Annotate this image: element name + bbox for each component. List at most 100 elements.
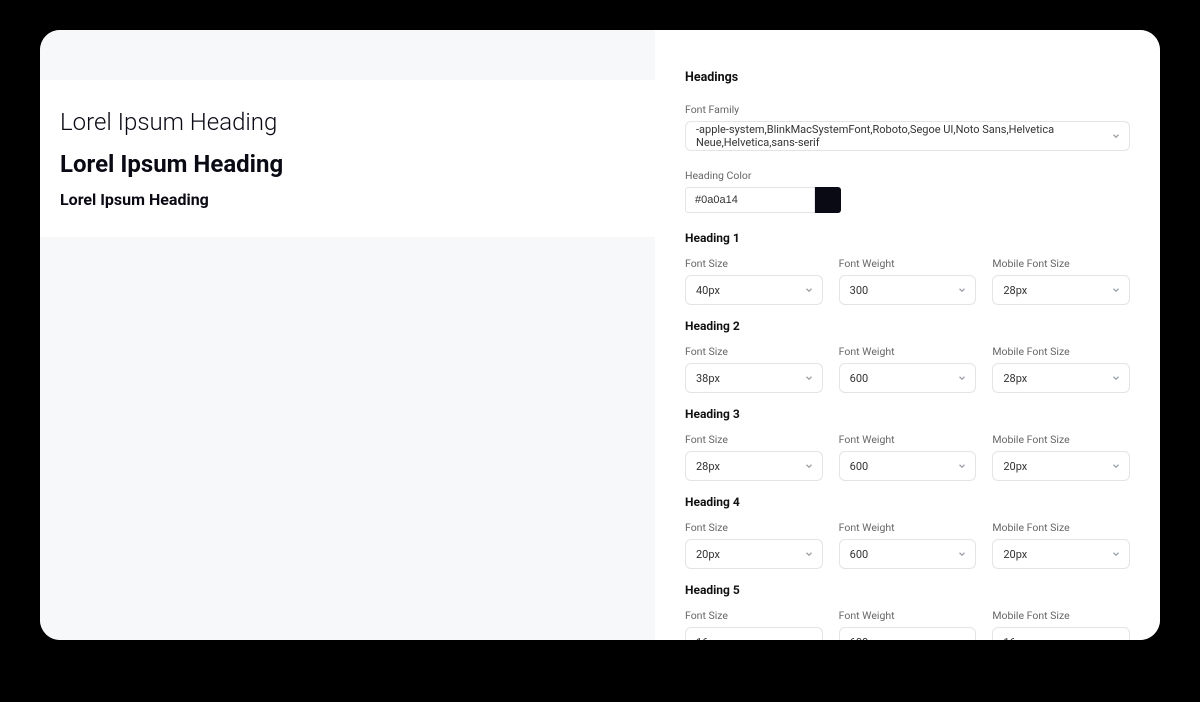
chevron-down-icon (804, 285, 814, 295)
chevron-down-icon (804, 461, 814, 471)
font-family-field: Font Family -apple-system,BlinkMacSystem… (685, 103, 1130, 151)
font-size-select[interactable]: 38px (685, 363, 823, 393)
mobile-font-size-value: 28px (1003, 372, 1027, 385)
font-size-select[interactable]: 40px (685, 275, 823, 305)
preview-heading-3: Lorel Ipsum Heading (60, 190, 635, 209)
font-weight-value: 600 (850, 372, 869, 385)
mobile-font-size-label: Mobile Font Size (992, 257, 1130, 270)
mobile-font-size-field: Mobile Font Size 20px (992, 433, 1130, 481)
font-weight-label: Font Weight (839, 433, 977, 446)
heading-color-swatch[interactable] (815, 187, 841, 213)
settings-pane: Headings Font Family -apple-system,Blink… (655, 30, 1160, 640)
mobile-font-size-label: Mobile Font Size (992, 521, 1130, 534)
font-weight-field: Font Weight600 (839, 345, 977, 393)
section-title: Headings (685, 70, 1130, 85)
chevron-down-icon (804, 549, 814, 559)
font-weight-select[interactable]: 600 (839, 627, 977, 640)
font-weight-select[interactable]: 600 (839, 539, 977, 569)
preview-heading-1: Lorel Ipsum Heading (60, 108, 635, 136)
font-weight-label: Font Weight (839, 609, 977, 622)
mobile-font-size-field: Mobile Font Size 28px (992, 257, 1130, 305)
mobile-font-size-select[interactable]: 28px (992, 275, 1130, 305)
chevron-down-icon (1111, 285, 1121, 295)
mobile-font-size-value: 20px (1003, 548, 1027, 561)
font-size-label: Font Size (685, 257, 823, 270)
chevron-down-icon (957, 373, 967, 383)
font-weight-value: 300 (850, 284, 869, 297)
mobile-font-size-label: Mobile Font Size (992, 433, 1130, 446)
font-size-value: 28px (696, 460, 720, 473)
font-size-label: Font Size (685, 345, 823, 358)
heading-group-2: Heading 2 Font Size 38px Font Weight600 Mobi… (685, 319, 1130, 393)
font-weight-value: 600 (850, 548, 869, 561)
chevron-down-icon (957, 549, 967, 559)
preview-pane: Lorel Ipsum Heading Lorel Ipsum Heading … (40, 30, 655, 640)
font-weight-select[interactable]: 600 (839, 363, 977, 393)
font-weight-field: Font Weight 600 (839, 609, 977, 640)
chevron-down-icon (1111, 373, 1121, 383)
font-size-value: 38px (696, 372, 720, 385)
preview-heading-2: Lorel Ipsum Heading (60, 150, 635, 178)
font-weight-label: Font Weight (839, 521, 977, 534)
chevron-down-icon (957, 637, 967, 640)
mobile-font-size-value: 20px (1003, 460, 1027, 473)
mobile-font-size-value: 16px (1003, 636, 1027, 641)
font-size-label: Font Size (685, 521, 823, 534)
font-size-field: Font Size 28px (685, 433, 823, 481)
mobile-font-size-select[interactable]: 28px (992, 363, 1130, 393)
heading-group-title: Heading 1 (685, 231, 1130, 245)
chevron-down-icon (957, 461, 967, 471)
mobile-font-size-field: Mobile Font Size 28px (992, 345, 1130, 393)
font-weight-field: Font Weight 300 (839, 257, 977, 305)
mobile-font-size-field: Mobile Font Size 16px (992, 609, 1130, 640)
heading-color-label: Heading Color (685, 169, 1130, 182)
heading-group-title: Heading 5 (685, 583, 1130, 597)
font-weight-value: 600 (850, 460, 869, 473)
heading-color-field: Heading Color (685, 169, 1130, 213)
chevron-down-icon (957, 285, 967, 295)
chevron-down-icon (1111, 131, 1121, 141)
chevron-down-icon (804, 373, 814, 383)
font-weight-select[interactable]: 300 (839, 275, 977, 305)
font-size-field: Font Size 16px (685, 609, 823, 640)
font-size-field: Font Size 40px (685, 257, 823, 305)
font-weight-label: Font Weight (839, 257, 977, 270)
mobile-font-size-select[interactable]: 20px (992, 539, 1130, 569)
chevron-down-icon (1111, 637, 1121, 640)
font-size-select[interactable]: 16px (685, 627, 823, 640)
font-size-field: Font Size 38px (685, 345, 823, 393)
font-family-label: Font Family (685, 103, 1130, 116)
chevron-down-icon (1111, 461, 1121, 471)
font-size-value: 16px (696, 636, 720, 641)
chevron-down-icon (804, 637, 814, 640)
mobile-font-size-select[interactable]: 16px (992, 627, 1130, 640)
font-weight-field: Font Weight 600 (839, 521, 977, 569)
chevron-down-icon (1111, 549, 1121, 559)
font-size-select[interactable]: 28px (685, 451, 823, 481)
font-size-value: 40px (696, 284, 720, 297)
mobile-font-size-label: Mobile Font Size (992, 609, 1130, 622)
font-size-select[interactable]: 20px (685, 539, 823, 569)
mobile-font-size-label: Mobile Font Size (992, 345, 1130, 358)
font-weight-field: Font Weight 600 (839, 433, 977, 481)
heading-group-title: Heading 4 (685, 495, 1130, 509)
font-family-select[interactable]: -apple-system,BlinkMacSystemFont,Roboto,… (685, 121, 1130, 151)
heading-group-1: Heading 1 Font Size 40px Font Weight 300 Mobi… (685, 231, 1130, 305)
heading-group-5: Heading 5 Font Size 16px Font Weight 600 Mobi… (685, 583, 1130, 640)
font-size-label: Font Size (685, 609, 823, 622)
font-size-field: Font Size 20px (685, 521, 823, 569)
preview-card: Lorel Ipsum Heading Lorel Ipsum Heading … (40, 80, 655, 237)
mobile-font-size-field: Mobile Font Size 20px (992, 521, 1130, 569)
font-weight-value: 600 (850, 636, 869, 641)
heading-group-title: Heading 3 (685, 407, 1130, 421)
mobile-font-size-select[interactable]: 20px (992, 451, 1130, 481)
heading-color-input[interactable] (685, 187, 815, 213)
font-size-label: Font Size (685, 433, 823, 446)
font-size-value: 20px (696, 548, 720, 561)
font-weight-select[interactable]: 600 (839, 451, 977, 481)
heading-group-4: Heading 4 Font Size 20px Font Weight 600 Mobi… (685, 495, 1130, 569)
heading-group-3: Heading 3 Font Size 28px Font Weight 600 Mobi… (685, 407, 1130, 481)
mobile-font-size-value: 28px (1003, 284, 1027, 297)
heading-group-title: Heading 2 (685, 319, 1130, 333)
editor-window: Lorel Ipsum Heading Lorel Ipsum Heading … (40, 30, 1160, 640)
